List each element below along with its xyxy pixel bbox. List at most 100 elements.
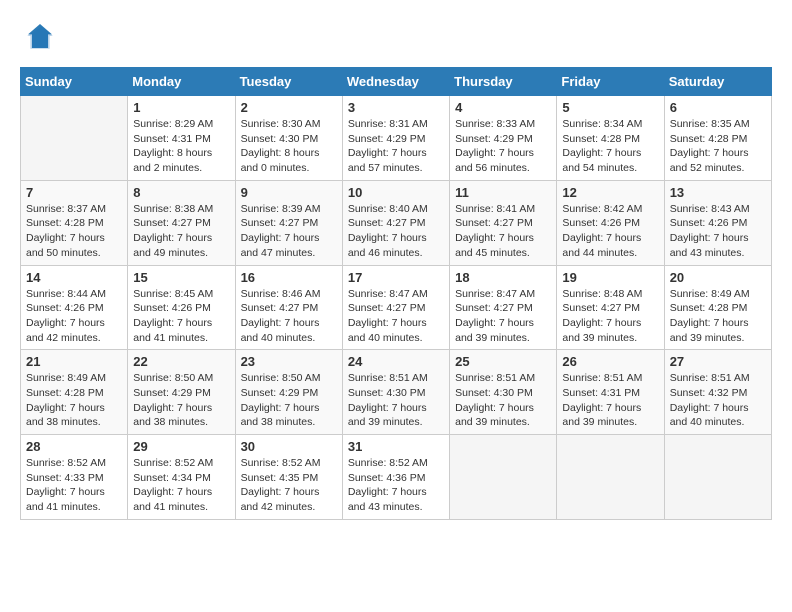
day-number: 15 (133, 270, 229, 285)
calendar-cell: 25 Sunrise: 8:51 AMSunset: 4:30 PMDayligh… (450, 350, 557, 435)
day-number: 13 (670, 185, 766, 200)
day-number: 25 (455, 354, 551, 369)
calendar-week-row: 7Sunrise: 8:37 AMSunset: 4:28 PMDaylight… (21, 180, 772, 265)
calendar-cell: 24Sunrise: 8:51 AMSunset: 4:30 PMDayligh… (342, 350, 449, 435)
day-header: Thursday (450, 68, 557, 96)
day-number: 28 (26, 439, 122, 454)
calendar-cell: 11 Sunrise: 8:41 AMSunset: 4:27 PMDayligh… (450, 180, 557, 265)
day-info: Sunrise: 8:44 AMSunset: 4:26 PMDaylight:… (26, 287, 122, 346)
calendar-cell: 23 Sunrise: 8:50 AMSunset: 4:29 PMDayligh… (235, 350, 342, 435)
calendar-header-row: SundayMondayTuesdayWednesdayThursdayFrid… (21, 68, 772, 96)
day-number: 21 (26, 354, 122, 369)
day-number: 23 (241, 354, 337, 369)
day-info: Sunrise: 8:49 AMSunset: 4:28 PMDaylight:… (670, 287, 766, 346)
calendar-cell (557, 435, 664, 520)
day-number: 6 (670, 100, 766, 115)
calendar-week-row: 21 Sunrise: 8:49 AMSunset: 4:28 PMDayligh… (21, 350, 772, 435)
day-header: Monday (128, 68, 235, 96)
day-info: Sunrise: 8:51 AMSunset: 4:31 PMDaylight:… (562, 371, 658, 430)
calendar-cell: 31 Sunrise: 8:52 AMSunset: 4:36 PMDayligh… (342, 435, 449, 520)
day-number: 3 (348, 100, 444, 115)
day-header: Saturday (664, 68, 771, 96)
calendar-cell: 13 Sunrise: 8:43 AMSunset: 4:26 PMDayligh… (664, 180, 771, 265)
day-info: Sunrise: 8:46 AMSunset: 4:27 PMDaylight:… (241, 287, 337, 346)
calendar-cell: 10 Sunrise: 8:40 AMSunset: 4:27 PMDayligh… (342, 180, 449, 265)
day-info: Sunrise: 8:52 AMSunset: 4:33 PMDaylight:… (26, 456, 122, 515)
calendar-cell (664, 435, 771, 520)
day-number: 27 (670, 354, 766, 369)
day-number: 14 (26, 270, 122, 285)
day-info: Sunrise: 8:33 AMSunset: 4:29 PMDaylight:… (455, 117, 551, 176)
calendar-cell: 22 Sunrise: 8:50 AMSunset: 4:29 PMDayligh… (128, 350, 235, 435)
day-number: 9 (241, 185, 337, 200)
day-info: Sunrise: 8:52 AMSunset: 4:36 PMDaylight:… (348, 456, 444, 515)
day-number: 11 (455, 185, 551, 200)
day-number: 31 (348, 439, 444, 454)
day-header: Tuesday (235, 68, 342, 96)
day-info: Sunrise: 8:42 AMSunset: 4:26 PMDaylight:… (562, 202, 658, 261)
calendar-cell: 15 Sunrise: 8:45 AMSunset: 4:26 PMDayligh… (128, 265, 235, 350)
day-info: Sunrise: 8:48 AMSunset: 4:27 PMDaylight:… (562, 287, 658, 346)
logo (20, 20, 56, 57)
calendar-cell: 26 Sunrise: 8:51 AMSunset: 4:31 PMDayligh… (557, 350, 664, 435)
day-number: 12 (562, 185, 658, 200)
calendar-week-row: 28 Sunrise: 8:52 AMSunset: 4:33 PMDayligh… (21, 435, 772, 520)
logo-icon (24, 20, 56, 52)
day-info: Sunrise: 8:34 AMSunset: 4:28 PMDaylight:… (562, 117, 658, 176)
day-number: 30 (241, 439, 337, 454)
day-header: Wednesday (342, 68, 449, 96)
day-info: Sunrise: 8:47 AMSunset: 4:27 PMDaylight:… (348, 287, 444, 346)
calendar-week-row: 1Sunrise: 8:29 AMSunset: 4:31 PMDaylight… (21, 96, 772, 181)
calendar-cell: 30Sunrise: 8:52 AMSunset: 4:35 PMDayligh… (235, 435, 342, 520)
day-number: 7 (26, 185, 122, 200)
calendar-cell: 9 Sunrise: 8:39 AMSunset: 4:27 PMDaylight… (235, 180, 342, 265)
day-number: 18 (455, 270, 551, 285)
calendar-cell: 5 Sunrise: 8:34 AMSunset: 4:28 PMDaylight… (557, 96, 664, 181)
day-info: Sunrise: 8:45 AMSunset: 4:26 PMDaylight:… (133, 287, 229, 346)
calendar-cell: 18 Sunrise: 8:47 AMSunset: 4:27 PMDayligh… (450, 265, 557, 350)
calendar-cell (21, 96, 128, 181)
day-header: Friday (557, 68, 664, 96)
day-number: 5 (562, 100, 658, 115)
day-header: Sunday (21, 68, 128, 96)
day-number: 19 (562, 270, 658, 285)
day-info: Sunrise: 8:50 AMSunset: 4:29 PMDaylight:… (241, 371, 337, 430)
calendar-cell: 28 Sunrise: 8:52 AMSunset: 4:33 PMDayligh… (21, 435, 128, 520)
calendar-cell: 8Sunrise: 8:38 AMSunset: 4:27 PMDaylight… (128, 180, 235, 265)
day-info: Sunrise: 8:47 AMSunset: 4:27 PMDaylight:… (455, 287, 551, 346)
day-info: Sunrise: 8:41 AMSunset: 4:27 PMDaylight:… (455, 202, 551, 261)
day-info: Sunrise: 8:43 AMSunset: 4:26 PMDaylight:… (670, 202, 766, 261)
calendar-cell: 29Sunrise: 8:52 AMSunset: 4:34 PMDayligh… (128, 435, 235, 520)
day-number: 17 (348, 270, 444, 285)
day-number: 10 (348, 185, 444, 200)
day-info: Sunrise: 8:39 AMSunset: 4:27 PMDaylight:… (241, 202, 337, 261)
day-number: 20 (670, 270, 766, 285)
day-number: 26 (562, 354, 658, 369)
calendar-cell: 1Sunrise: 8:29 AMSunset: 4:31 PMDaylight… (128, 96, 235, 181)
calendar-cell: 19 Sunrise: 8:48 AMSunset: 4:27 PMDayligh… (557, 265, 664, 350)
day-info: Sunrise: 8:35 AMSunset: 4:28 PMDaylight:… (670, 117, 766, 176)
calendar-week-row: 14 Sunrise: 8:44 AMSunset: 4:26 PMDayligh… (21, 265, 772, 350)
day-number: 8 (133, 185, 229, 200)
calendar-cell: 6 Sunrise: 8:35 AMSunset: 4:28 PMDaylight… (664, 96, 771, 181)
day-number: 22 (133, 354, 229, 369)
day-info: Sunrise: 8:51 AMSunset: 4:32 PMDaylight:… (670, 371, 766, 430)
day-info: Sunrise: 8:51 AMSunset: 4:30 PMDaylight:… (455, 371, 551, 430)
calendar-cell: 20 Sunrise: 8:49 AMSunset: 4:28 PMDayligh… (664, 265, 771, 350)
day-info: Sunrise: 8:51 AMSunset: 4:30 PMDaylight:… (348, 371, 444, 430)
calendar-cell: 27 Sunrise: 8:51 AMSunset: 4:32 PMDayligh… (664, 350, 771, 435)
day-info: Sunrise: 8:50 AMSunset: 4:29 PMDaylight:… (133, 371, 229, 430)
day-info: Sunrise: 8:29 AMSunset: 4:31 PMDaylight:… (133, 117, 229, 176)
page-header (20, 20, 772, 57)
calendar-cell: 12 Sunrise: 8:42 AMSunset: 4:26 PMDayligh… (557, 180, 664, 265)
day-number: 2 (241, 100, 337, 115)
day-info: Sunrise: 8:31 AMSunset: 4:29 PMDaylight:… (348, 117, 444, 176)
day-info: Sunrise: 8:49 AMSunset: 4:28 PMDaylight:… (26, 371, 122, 430)
calendar-cell: 16Sunrise: 8:46 AMSunset: 4:27 PMDayligh… (235, 265, 342, 350)
day-number: 29 (133, 439, 229, 454)
day-number: 4 (455, 100, 551, 115)
calendar-cell: 2Sunrise: 8:30 AMSunset: 4:30 PMDaylight… (235, 96, 342, 181)
calendar-cell (450, 435, 557, 520)
calendar-cell: 7Sunrise: 8:37 AMSunset: 4:28 PMDaylight… (21, 180, 128, 265)
day-info: Sunrise: 8:40 AMSunset: 4:27 PMDaylight:… (348, 202, 444, 261)
